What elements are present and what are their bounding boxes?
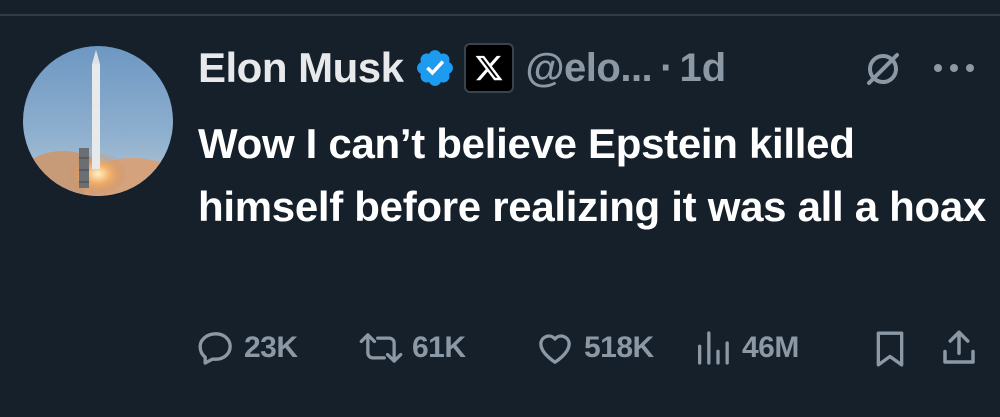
author-name[interactable]: Elon Musk xyxy=(198,44,404,92)
author-handle[interactable]: @elo... xyxy=(526,46,653,91)
retweet-button[interactable]: 61K xyxy=(358,322,466,374)
separator-dot: · xyxy=(660,45,674,90)
like-button[interactable]: 518K xyxy=(534,322,654,374)
x-logo-icon[interactable] xyxy=(463,43,514,93)
avatar[interactable] xyxy=(23,46,173,196)
views-icon xyxy=(698,331,729,365)
bookmark-icon[interactable] xyxy=(870,328,910,370)
heart-icon xyxy=(539,334,571,364)
tweet-header: Elon Musk @elo... · 1d xyxy=(198,40,726,96)
action-bar: 23K 61K 518K 46M xyxy=(0,322,1000,374)
retweet-count: 61K xyxy=(412,331,466,364)
top-divider xyxy=(0,14,1000,16)
reply-count: 23K xyxy=(244,331,298,364)
share-icon[interactable] xyxy=(938,326,980,370)
views-count: 46M xyxy=(742,331,799,364)
grok-icon[interactable] xyxy=(862,48,904,90)
verified-badge-icon[interactable] xyxy=(414,47,456,89)
like-count: 518K xyxy=(584,331,654,364)
reply-button[interactable]: 23K xyxy=(196,322,298,374)
views-button[interactable]: 46M xyxy=(692,322,799,374)
reply-icon xyxy=(198,332,232,365)
retweet-icon xyxy=(359,333,403,363)
more-icon[interactable] xyxy=(930,56,978,80)
timestamp[interactable]: 1d xyxy=(680,46,727,91)
tweet-text: Wow I can’t believe Epstein killed himse… xyxy=(198,120,986,230)
